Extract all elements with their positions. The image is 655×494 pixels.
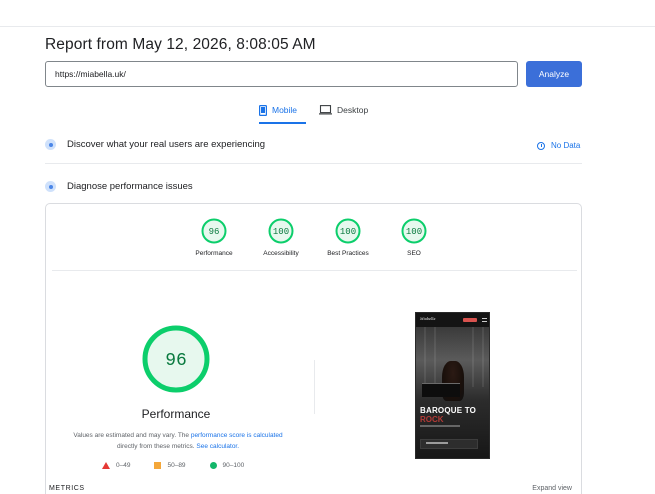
gauge-performance[interactable]: 96 Performance bbox=[184, 218, 244, 257]
performance-score-link[interactable]: performance score is calculated bbox=[191, 432, 283, 439]
gauge-label: Best Practices bbox=[327, 250, 369, 257]
vertical-divider bbox=[314, 360, 315, 414]
gauge-ring: 100 bbox=[335, 218, 361, 244]
legend-item-fail: 0–49 bbox=[102, 462, 130, 469]
diagnose-section: Diagnose performance issues bbox=[45, 181, 193, 192]
gauge-label: Accessibility bbox=[263, 250, 299, 257]
lighthouse-report-card: 96 Performance 100 Accessibility 100 Bes… bbox=[45, 203, 582, 494]
info-icon bbox=[537, 141, 545, 150]
gauge-score: 96 bbox=[209, 227, 220, 237]
hero-headline: BAROQUE TO bbox=[420, 406, 477, 415]
url-input[interactable] bbox=[45, 61, 518, 87]
section-divider bbox=[45, 163, 582, 164]
smartphone-icon bbox=[259, 104, 267, 116]
tab-mobile[interactable]: Mobile bbox=[259, 103, 297, 117]
performance-gauge-large: 96 bbox=[141, 324, 211, 399]
lab-icon bbox=[45, 181, 56, 192]
field-data-title: Discover what your real users are experi… bbox=[67, 139, 266, 150]
site-logo: Miabella bbox=[420, 317, 436, 321]
circle-icon bbox=[209, 462, 217, 469]
gauge-ring: 100 bbox=[401, 218, 427, 244]
gauge-score: 100 bbox=[406, 227, 422, 237]
tab-desktop-label: Desktop bbox=[337, 105, 369, 115]
tab-mobile-label: Mobile bbox=[272, 105, 298, 115]
top-divider bbox=[0, 26, 655, 27]
tab-desktop[interactable]: Desktop bbox=[319, 103, 368, 117]
estimate-note: Values are estimated and may vary. The p… bbox=[73, 432, 283, 450]
gauge-label: Performance bbox=[195, 250, 233, 257]
gauge-ring: 96 bbox=[201, 218, 227, 244]
score-legend: 0–49 50–89 90–100 bbox=[102, 462, 244, 469]
triangle-icon bbox=[102, 462, 110, 469]
expand-view-toggle[interactable]: Expand view bbox=[532, 485, 572, 492]
no-data-label: No Data bbox=[551, 141, 581, 150]
gauge-best-practices[interactable]: 100 Best Practices bbox=[318, 218, 378, 257]
square-icon bbox=[154, 462, 162, 469]
legend-item-average: 50–89 bbox=[154, 462, 186, 469]
gauge-ring: 100 bbox=[268, 218, 294, 244]
legend-item-pass: 90–100 bbox=[209, 462, 244, 469]
performance-heading: Performance bbox=[141, 407, 211, 421]
final-screenshot[interactable]: Miabella BAROQUE TO ROCK bbox=[415, 312, 490, 459]
gauge-label: SEO bbox=[407, 250, 421, 257]
gauge-score: 100 bbox=[340, 227, 356, 237]
tab-selected-indicator bbox=[259, 122, 306, 124]
report-title: Report from May 12, 2026, 8:08:05 AM bbox=[45, 36, 316, 53]
hero-subtext bbox=[420, 425, 460, 427]
hero-button-text bbox=[426, 442, 448, 444]
metrics-heading: METRICS bbox=[49, 485, 85, 492]
field-data-section: Discover what your real users are experi… bbox=[45, 139, 265, 150]
gauge-score: 100 bbox=[273, 227, 289, 237]
hero-headline-accent: ROCK bbox=[420, 415, 444, 424]
gauge-seo[interactable]: 100 SEO bbox=[384, 218, 444, 257]
hero-button bbox=[420, 439, 478, 449]
performance-score-large: 96 bbox=[165, 351, 187, 371]
see-calculator-link[interactable]: See calculator. bbox=[196, 443, 239, 450]
site-cta bbox=[463, 318, 477, 322]
gauge-accessibility[interactable]: 100 Accessibility bbox=[251, 218, 311, 257]
menu-icon bbox=[482, 318, 487, 322]
gauges-divider bbox=[52, 270, 577, 271]
piano-shape bbox=[422, 383, 460, 397]
analyze-button[interactable]: Analyze bbox=[526, 61, 582, 87]
laptop-icon bbox=[319, 105, 332, 115]
no-data-status[interactable]: No Data bbox=[537, 141, 580, 150]
diagnose-title: Diagnose performance issues bbox=[67, 181, 193, 192]
users-icon bbox=[45, 139, 56, 150]
